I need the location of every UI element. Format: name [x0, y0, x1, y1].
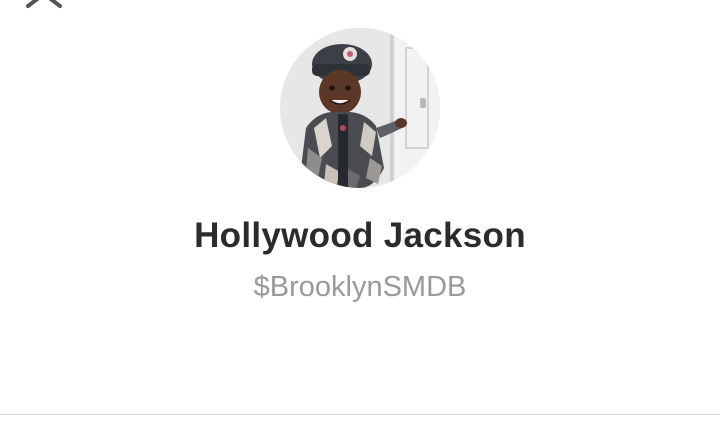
profile-screen: Hollywood Jackson $BrooklynSMDB [0, 0, 720, 430]
divider [0, 414, 720, 415]
profile-cashtag: $BrooklynSMDB [253, 271, 467, 303]
profile-name: Hollywood Jackson [194, 216, 526, 255]
avatar [280, 28, 440, 188]
close-icon[interactable] [24, 0, 68, 12]
